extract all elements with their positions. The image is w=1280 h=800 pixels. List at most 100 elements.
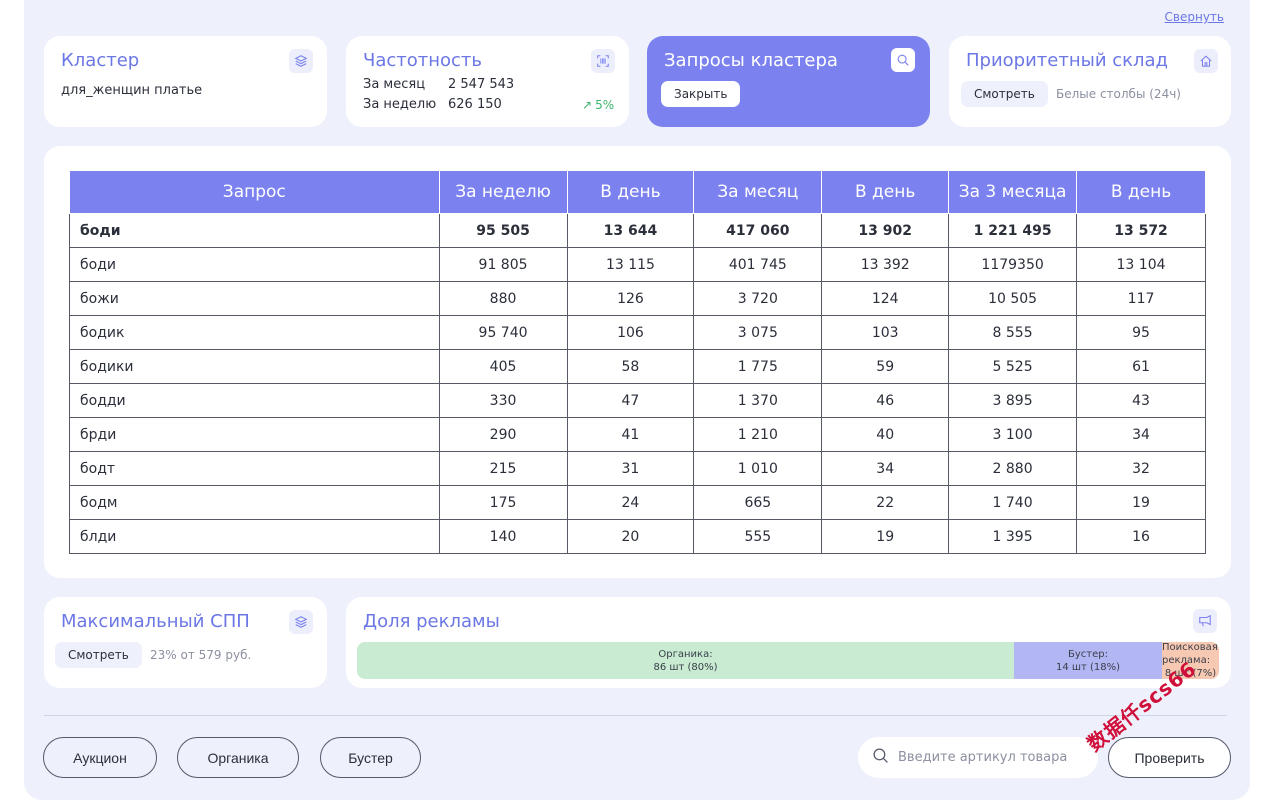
- table-cell: блди: [69, 519, 440, 554]
- search-icon: [872, 747, 889, 768]
- queries-table: Запрос За неделю В день За месяц В день …: [69, 170, 1206, 554]
- table-cell: бодик: [69, 315, 440, 350]
- table-cell: 405: [438, 349, 568, 384]
- table-cell: 43: [1076, 383, 1206, 418]
- spp-view-button[interactable]: Смотреть: [55, 642, 142, 668]
- trend-value: 5%: [595, 98, 615, 112]
- table-cell: 140: [438, 519, 568, 554]
- spp-value: 23% от 579 руб.: [150, 648, 252, 662]
- table-cell: 126: [566, 281, 695, 316]
- table-cell: 2 880: [948, 451, 1078, 486]
- table-cell: 1 221 495: [948, 213, 1078, 248]
- table-row: брди 290 41 1 210 40 3 100 34: [69, 417, 1206, 452]
- table-cell: 13 902: [821, 213, 950, 248]
- spp-card: Максимальный СПП Смотреть 23% от 579 руб…: [44, 597, 327, 688]
- table-row: бодм 175 24 665 22 1 740 19: [69, 485, 1206, 520]
- search-icon[interactable]: [891, 48, 915, 72]
- table-row: бодди 330 47 1 370 46 3 895 43: [69, 383, 1206, 418]
- table-cell: 47: [566, 383, 695, 418]
- table-header-row: Запрос За неделю В день За месяц В день …: [69, 170, 1206, 214]
- check-button[interactable]: Проверить: [1108, 737, 1231, 778]
- table-cell: 31: [566, 451, 695, 486]
- queries-card[interactable]: Запросы кластера Закрыть: [647, 36, 930, 127]
- header-query[interactable]: Запрос: [69, 170, 440, 214]
- table-cell: 34: [1076, 417, 1206, 452]
- table-cell: 20: [566, 519, 695, 554]
- header-day-3months[interactable]: В день: [1076, 170, 1206, 214]
- table-cell: 40: [821, 417, 950, 452]
- warehouse-value: Белые столбы (24ч): [1056, 87, 1181, 101]
- header-day-week[interactable]: В день: [566, 170, 695, 214]
- table-cell: 1 395: [948, 519, 1078, 554]
- table-cell: 1 210: [693, 417, 823, 452]
- layers-icon[interactable]: [289, 610, 313, 634]
- table-cell: боди: [69, 247, 440, 282]
- divider: [44, 715, 1227, 716]
- table-row: боди 95 505 13 644 417 060 13 902 1 221 495 13…: [69, 213, 1206, 248]
- close-button[interactable]: Закрыть: [661, 81, 741, 107]
- table-cell: 117: [1076, 281, 1206, 316]
- month-value: 2 547 543: [448, 77, 515, 92]
- table-cell: 41: [566, 417, 695, 452]
- frequency-card: Частотность За месяц 2 547 543 За неделю…: [346, 36, 629, 127]
- table-cell: 1 010: [693, 451, 823, 486]
- table-cell: 13 572: [1076, 213, 1206, 248]
- table-cell: 19: [1076, 485, 1206, 520]
- megaphone-icon[interactable]: [1193, 609, 1217, 633]
- home-icon[interactable]: [1194, 49, 1218, 73]
- table-cell: 95 505: [438, 213, 568, 248]
- table-cell: 34: [821, 451, 950, 486]
- header-day-month[interactable]: В день: [821, 170, 950, 214]
- table-cell: 401 745: [693, 247, 823, 282]
- table-cell: 8 555: [948, 315, 1078, 350]
- table-cell: 19: [821, 519, 950, 554]
- table-cell: боди: [69, 213, 440, 248]
- table-cell: бодди: [69, 383, 440, 418]
- month-label: За месяц: [363, 77, 426, 92]
- table-cell: божи: [69, 281, 440, 316]
- table-cell: 13 392: [821, 247, 950, 282]
- warehouse-card: Приоритетный склад Смотреть Белые столбы…: [949, 36, 1231, 127]
- table-cell: 32: [1076, 451, 1206, 486]
- table-cell: 3 720: [693, 281, 823, 316]
- header-week[interactable]: За неделю: [438, 170, 568, 214]
- table-cell: 22: [821, 485, 950, 520]
- booster-value: 14 шт (18%): [1055, 661, 1121, 673]
- table-cell: 1179350: [948, 247, 1078, 282]
- article-search[interactable]: [858, 737, 1098, 778]
- table-cell: 880: [438, 281, 568, 316]
- table-cell: бодм: [69, 485, 440, 520]
- table-cell: 24: [566, 485, 695, 520]
- table-row: боди 91 805 13 115 401 745 13 392 1179350 13 1…: [69, 247, 1206, 282]
- warehouse-view-button[interactable]: Смотреть: [961, 81, 1048, 107]
- article-search-input[interactable]: [898, 750, 1078, 765]
- frequency-title: Частотность: [363, 50, 483, 71]
- collapse-link[interactable]: Свернуть: [1165, 10, 1224, 24]
- trend-badge: ↗ 5%: [582, 98, 614, 112]
- header-month[interactable]: За месяц: [693, 170, 823, 214]
- organic-value: 86 шт (80%): [653, 661, 718, 673]
- table-cell: 95 740: [438, 315, 568, 350]
- booster-segment: Бустер: 14 шт (18%): [1014, 642, 1162, 679]
- table-cell: 330: [438, 383, 568, 418]
- table-row: блди 140 20 555 19 1 395 16: [69, 519, 1206, 554]
- table-cell: 13 644: [566, 213, 695, 248]
- table-cell: 3 075: [693, 315, 823, 350]
- barcode-icon[interactable]: [591, 49, 615, 73]
- cluster-card: Кластер для_женщин платье: [44, 36, 327, 127]
- table-cell: 59: [821, 349, 950, 384]
- table-cell: 106: [566, 315, 695, 350]
- booster-button[interactable]: Бустер: [320, 737, 421, 778]
- cluster-title: Кластер: [61, 50, 140, 71]
- arrow-up-right-icon: ↗: [582, 98, 593, 112]
- organic-button[interactable]: Органика: [177, 737, 299, 778]
- ads-title: Доля рекламы: [363, 611, 500, 632]
- table-cell: 1 740: [948, 485, 1078, 520]
- warehouse-title: Приоритетный склад: [966, 50, 1168, 71]
- table-cell: 665: [693, 485, 823, 520]
- auction-button[interactable]: Аукцион: [43, 737, 157, 778]
- table-cell: 46: [821, 383, 950, 418]
- table-cell: 61: [1076, 349, 1206, 384]
- header-3months[interactable]: За 3 месяца: [948, 170, 1078, 214]
- layers-icon[interactable]: [289, 49, 313, 73]
